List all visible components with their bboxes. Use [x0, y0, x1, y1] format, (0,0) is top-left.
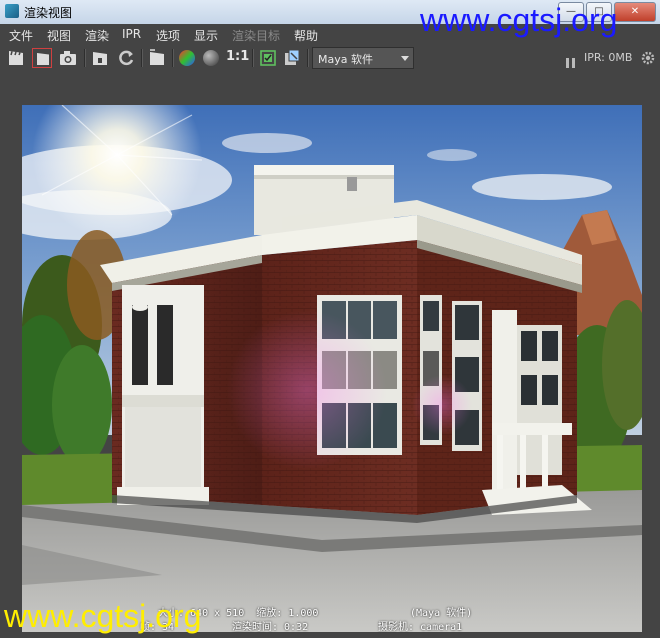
toolbar-separator: [84, 49, 86, 67]
toolbar-separator: [141, 49, 143, 67]
watermark-bottom: www.cgtsj.org: [4, 598, 202, 634]
render-region-icon[interactable]: [32, 48, 52, 68]
toolbar-separator: [307, 49, 309, 67]
toolbar-separator: [252, 49, 254, 67]
menu-file[interactable]: 文件: [9, 27, 33, 44]
snapshot-icon[interactable]: [58, 48, 78, 68]
keep-image-icon[interactable]: [258, 48, 278, 68]
render-sequence-icon[interactable]: [147, 48, 167, 68]
render-info-time: 渲染时间: 0:32: [232, 622, 309, 633]
toolbar-separator: [172, 49, 174, 67]
renderer-dropdown[interactable]: Maya 软件: [312, 47, 414, 69]
alpha-channel-icon[interactable]: [201, 48, 221, 68]
render-info-renderer: (Maya 软件): [410, 608, 473, 619]
renderer-value: Maya 软件: [318, 53, 373, 66]
remove-image-icon[interactable]: [282, 48, 302, 68]
render-info-camera: 摄影机: camera1: [378, 622, 463, 633]
menu-ipr[interactable]: IPR: [122, 27, 141, 41]
chevron-down-icon: [401, 56, 409, 61]
menu-render[interactable]: 渲染: [85, 27, 109, 44]
menu-view[interactable]: 视图: [47, 27, 71, 44]
window-title: 渲染视图: [24, 6, 73, 20]
rgb-channel-icon[interactable]: [177, 48, 197, 68]
menu-render-target[interactable]: 渲染目标: [232, 27, 280, 44]
rendered-image: [22, 105, 642, 632]
menu-help[interactable]: 帮助: [294, 27, 318, 44]
pause-ipr-icon[interactable]: [566, 53, 575, 68]
watermark-top: www.cgtsj.org: [420, 2, 618, 38]
maya-app-icon: [5, 4, 19, 18]
ipr-memory-status: IPR: 0MB: [584, 51, 633, 64]
menu-options[interactable]: 选项: [156, 27, 180, 44]
settings-gear-icon[interactable]: [641, 50, 655, 65]
ipr-render-icon[interactable]: [90, 48, 110, 68]
close-button[interactable]: ✕: [614, 2, 656, 22]
render-view-window: 渲染视图 — □ ✕ 文件 视图 渲染 IPR 选项 显示 渲染目标 帮助 1:…: [0, 0, 660, 638]
menu-display[interactable]: 显示: [194, 27, 218, 44]
redo-render-icon[interactable]: [6, 48, 26, 68]
refresh-icon[interactable]: [116, 48, 136, 68]
ratio-1-1-button[interactable]: 1:1: [226, 49, 249, 64]
